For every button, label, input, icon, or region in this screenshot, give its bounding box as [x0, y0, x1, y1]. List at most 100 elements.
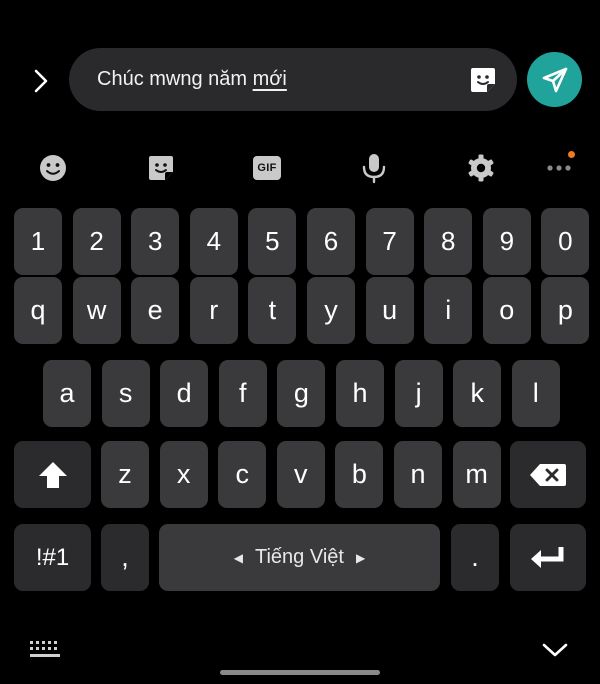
gear-icon [468, 154, 494, 182]
backspace-icon [530, 463, 566, 486]
period-key[interactable]: . [451, 524, 499, 591]
key[interactable]: r [189, 277, 238, 344]
key[interactable]: f [218, 360, 267, 427]
key[interactable]: t [248, 277, 297, 344]
key-label: j [415, 378, 422, 408]
chevron-down-icon [542, 643, 568, 657]
key[interactable]: q [14, 277, 62, 344]
key[interactable]: 3 [131, 208, 180, 275]
more-icon [547, 165, 571, 171]
key[interactable]: d [160, 360, 209, 427]
key[interactable]: h [336, 360, 384, 427]
language-left-icon: ◀ [233, 550, 244, 565]
key-label: t [268, 295, 277, 325]
more-options-button[interactable] [537, 148, 581, 188]
key[interactable]: m [452, 441, 501, 508]
sticker-icon [471, 68, 495, 92]
message-text-plain: Chúc mwng năm [97, 68, 253, 90]
key-label: e [147, 295, 163, 325]
message-text: Chúc mwng năm mới [97, 48, 287, 111]
expand-button[interactable] [22, 62, 60, 100]
key-label: 0 [558, 226, 573, 256]
key[interactable]: 4 [189, 208, 238, 275]
space-key[interactable]: ◀ Tiếng Việt ▶ [159, 524, 440, 591]
key-label: u [382, 295, 398, 325]
key-label: 6 [323, 226, 339, 256]
key-label: i [445, 295, 452, 325]
comma-key[interactable]: , [101, 524, 149, 591]
backspace-key[interactable] [510, 441, 586, 508]
key-label: a [59, 378, 75, 408]
message-input[interactable]: Chúc mwng năm mới [69, 48, 517, 111]
enter-key[interactable] [510, 524, 586, 591]
key[interactable]: b [335, 441, 384, 508]
key[interactable]: 7 [365, 208, 414, 275]
settings-button[interactable] [459, 148, 503, 188]
navigation-bar [0, 620, 600, 684]
key-label: 2 [89, 226, 104, 256]
emoji-icon [40, 155, 66, 181]
key[interactable]: u [365, 277, 414, 344]
key[interactable]: 8 [424, 208, 473, 275]
key[interactable]: k [453, 360, 502, 427]
key[interactable]: z [101, 441, 149, 508]
voice-input-button[interactable] [352, 148, 396, 188]
language-right-icon: ▶ [355, 550, 366, 565]
key[interactable]: e [131, 277, 180, 344]
composing-word: mới [252, 68, 287, 90]
key[interactable]: n [394, 441, 442, 508]
key-label: g [293, 378, 309, 408]
hide-keyboard-button[interactable] [536, 634, 574, 666]
key-label: 9 [499, 226, 515, 256]
key[interactable]: j [394, 360, 443, 427]
key[interactable]: w [72, 277, 121, 344]
key[interactable]: y [307, 277, 355, 344]
key[interactable]: 1 [14, 208, 62, 275]
space-key-label: Tiếng Việt [255, 546, 344, 568]
gif-button[interactable]: GIF [245, 148, 289, 188]
key[interactable]: v [276, 441, 325, 508]
key[interactable]: o [482, 277, 531, 344]
key-label: b [351, 459, 367, 489]
shift-arrow-icon [38, 461, 67, 488]
key-label: h [352, 378, 368, 408]
send-button[interactable] [527, 52, 582, 107]
key[interactable]: a [43, 360, 91, 427]
keyboard-switch-button[interactable] [26, 636, 64, 664]
key[interactable]: p [541, 277, 590, 344]
key-label: y [324, 295, 338, 325]
emoji-button[interactable] [31, 148, 75, 188]
key-label: w [86, 295, 107, 325]
gif-icon: GIF [253, 156, 281, 180]
sticker-toolbar-button[interactable] [139, 148, 183, 188]
send-icon [542, 67, 567, 92]
shift-key[interactable] [14, 441, 91, 508]
key[interactable]: 9 [482, 208, 531, 275]
key[interactable]: g [277, 360, 326, 427]
sticker-button[interactable] [469, 66, 497, 94]
key-label: s [118, 378, 133, 408]
home-indicator[interactable] [220, 670, 380, 675]
key[interactable]: i [424, 277, 473, 344]
chevron-right-icon [34, 69, 48, 93]
message-composer: Chúc mwng năm mới [0, 0, 600, 140]
key[interactable]: s [101, 360, 150, 427]
key-label: c [235, 459, 249, 489]
key-label: 7 [382, 226, 397, 256]
key-label: p [557, 295, 573, 325]
key-label: k [470, 378, 484, 408]
key-label: 8 [440, 226, 456, 256]
key[interactable]: 0 [541, 208, 590, 275]
comma-key-label: , [121, 542, 129, 572]
microphone-icon [362, 154, 386, 184]
key[interactable]: l [511, 360, 560, 427]
key-label: 4 [206, 226, 222, 256]
key-label: z [118, 459, 132, 489]
symbols-key[interactable]: !#1 [14, 524, 91, 591]
key[interactable]: 6 [307, 208, 355, 275]
key[interactable]: x [159, 441, 208, 508]
key[interactable]: 2 [72, 208, 121, 275]
key[interactable]: c [218, 441, 267, 508]
key-label: q [30, 295, 46, 325]
key[interactable]: 5 [248, 208, 297, 275]
